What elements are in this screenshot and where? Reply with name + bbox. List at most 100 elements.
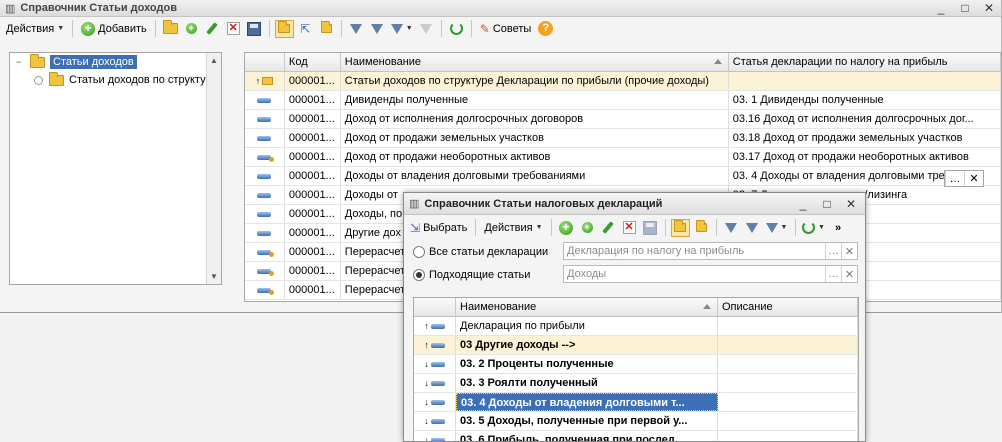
edit-button[interactable]: [203, 20, 222, 38]
header-icon-column[interactable]: [414, 298, 456, 316]
table-row[interactable]: 000001... Доход от продажи земельных уча…: [245, 129, 1001, 148]
table-row[interactable]: 000001... Доход от продажи необоротных а…: [245, 148, 1001, 167]
header-icon-column[interactable]: [245, 53, 285, 71]
toolbar-separator: [154, 20, 156, 37]
cell-name: 03. 6 Прибыль, полученная при послед...: [456, 431, 718, 441]
chevron-down-icon: ▼: [535, 224, 543, 231]
table-row[interactable]: ↑ 000001... Статьи доходов по структуре …: [245, 72, 1001, 91]
filter-by-value-button[interactable]: [743, 219, 762, 237]
item-icon: [430, 418, 445, 424]
filter-button[interactable]: [347, 20, 366, 38]
minimize-button[interactable]: _: [794, 196, 812, 212]
add-folder-button[interactable]: [161, 20, 180, 38]
cell-code: 000001...: [285, 224, 341, 242]
header-code[interactable]: Код: [285, 53, 341, 71]
table-row[interactable]: ↓ 03. 2 Проценты полученные: [414, 355, 858, 374]
actions-menu[interactable]: Действия ▼: [3, 20, 67, 38]
income-clear-button[interactable]: ✕: [841, 266, 857, 282]
toolbar-separator: [475, 219, 477, 236]
tree-item-root[interactable]: − Статьи доходов: [10, 53, 221, 71]
filter-history-button[interactable]: ▼: [389, 20, 415, 38]
hierarchy-toggle-button[interactable]: [670, 218, 690, 237]
scroll-down-icon[interactable]: ▼: [207, 269, 221, 284]
table-row[interactable]: 000001... Доход от исполнения долгосрочн…: [245, 110, 1001, 129]
minimize-button[interactable]: _: [932, 0, 950, 16]
header-description[interactable]: Описание: [718, 298, 858, 316]
header-name-label: Наименование: [344, 56, 422, 68]
edit-button[interactable]: [599, 219, 618, 237]
table-row-selected[interactable]: ↓ 03. 4 Доходы от владения долговыми т..…: [414, 393, 858, 412]
filter-value-icon: [746, 222, 759, 233]
copy-button[interactable]: +: [578, 219, 597, 237]
level-up-button[interactable]: [692, 219, 711, 237]
select-icon: ⇲: [410, 220, 421, 235]
maximize-button[interactable]: □: [818, 196, 836, 212]
toolbar-separator: [440, 20, 442, 37]
close-button[interactable]: ✕: [980, 0, 998, 16]
header-declaration[interactable]: Статья декларации по налогу на прибыль: [729, 53, 1001, 71]
save-button[interactable]: [641, 219, 660, 237]
cell-name: Доход от продажи необоротных активов: [341, 148, 729, 166]
cell-declaration: 03.16 Доход от исполнения долгосрочных д…: [729, 110, 1001, 128]
table-row[interactable]: 000001... Доходы от владения долговыми т…: [245, 167, 1001, 186]
copy-button[interactable]: +: [182, 20, 201, 38]
declaration-choose-button[interactable]: …: [825, 243, 841, 259]
table-row[interactable]: 000001... Дивиденды полученные 03. 1 Див…: [245, 91, 1001, 110]
tree-scrollbar[interactable]: ▲ ▼: [206, 53, 221, 284]
choose-button[interactable]: …: [945, 171, 964, 186]
select-button[interactable]: ⇲ Выбрать: [407, 219, 470, 237]
filter-by-value-button[interactable]: [368, 20, 387, 38]
help-icon: ?: [538, 21, 554, 36]
table-row[interactable]: ↑ Декларация по прибыли: [414, 317, 858, 336]
pencil-icon: [206, 22, 218, 35]
radio-suitable-items[interactable]: Подходящие статьи Доходы … ✕: [404, 263, 865, 286]
refresh-button[interactable]: [447, 20, 466, 38]
table-row[interactable]: ↓ 03. 6 Прибыль, полученная при послед..…: [414, 431, 858, 442]
add-button[interactable]: + Добавить: [78, 20, 150, 38]
help-button[interactable]: ?: [536, 20, 555, 38]
clear-button[interactable]: ✕: [964, 171, 983, 186]
income-choose-button[interactable]: …: [825, 266, 841, 282]
close-button[interactable]: ✕: [842, 196, 860, 212]
radio-suitable-icon[interactable]: [413, 268, 425, 281]
tree-item-child[interactable]: Статьи доходов по структуре: [10, 71, 221, 89]
actions-menu[interactable]: Действия ▼: [481, 219, 545, 237]
radio-all-icon[interactable]: [413, 245, 425, 258]
item-marked-icon: [257, 268, 275, 276]
sort-icon: [703, 304, 711, 309]
table-row[interactable]: ↓ 03. 5 Доходы, полученные при первой у.…: [414, 412, 858, 431]
clear-filter-button[interactable]: [417, 20, 436, 38]
scroll-up-icon[interactable]: ▲: [207, 53, 221, 68]
cell-declaration: 03. 1 Дивиденды полученные: [729, 91, 1001, 109]
move-to-group-button[interactable]: ⇱: [296, 20, 315, 38]
declaration-items-grid: Наименование Описание ↑ Декларация по пр…: [413, 297, 859, 442]
filter-history-button[interactable]: ▼: [764, 219, 790, 237]
refresh-button[interactable]: ▼: [801, 219, 827, 237]
cell-name: Статьи доходов по структуре Декларации п…: [341, 72, 729, 90]
delete-button[interactable]: ✕: [224, 20, 243, 38]
filter-button[interactable]: [722, 219, 741, 237]
income-field[interactable]: Доходы … ✕: [563, 265, 858, 283]
tips-label: Советы: [492, 22, 532, 35]
add-button[interactable]: +: [557, 219, 576, 237]
radio-all-declarations[interactable]: Все статьи декларации Декларация по нало…: [404, 240, 865, 263]
more-button[interactable]: »: [829, 219, 848, 237]
declaration-clear-button[interactable]: ✕: [841, 243, 857, 259]
delete-button[interactable]: ✕: [620, 219, 639, 237]
table-row[interactable]: ↑ 03 Другие доходы -->: [414, 336, 858, 355]
maximize-button[interactable]: □: [956, 0, 974, 16]
hierarchy-toggle-button[interactable]: [274, 19, 294, 38]
cell-name: Дивиденды полученные: [341, 91, 729, 109]
header-name[interactable]: Наименование: [341, 53, 729, 71]
cursor-icon: ⇱: [300, 21, 311, 36]
arrow-down-icon: ↓: [424, 435, 429, 442]
arrow-up-icon: ↑: [424, 321, 429, 331]
expand-toggle-icon[interactable]: −: [16, 57, 26, 67]
declaration-field[interactable]: Декларация по налогу на прибыль … ✕: [563, 242, 858, 260]
header-name[interactable]: Наименование: [456, 298, 718, 316]
level-up-button[interactable]: [317, 20, 336, 38]
item-marked-icon: [257, 287, 275, 295]
save-button[interactable]: [245, 20, 264, 38]
table-row[interactable]: ↓ 03. 3 Роялти полученный: [414, 374, 858, 393]
tips-button[interactable]: ✎ Советы: [477, 20, 535, 38]
